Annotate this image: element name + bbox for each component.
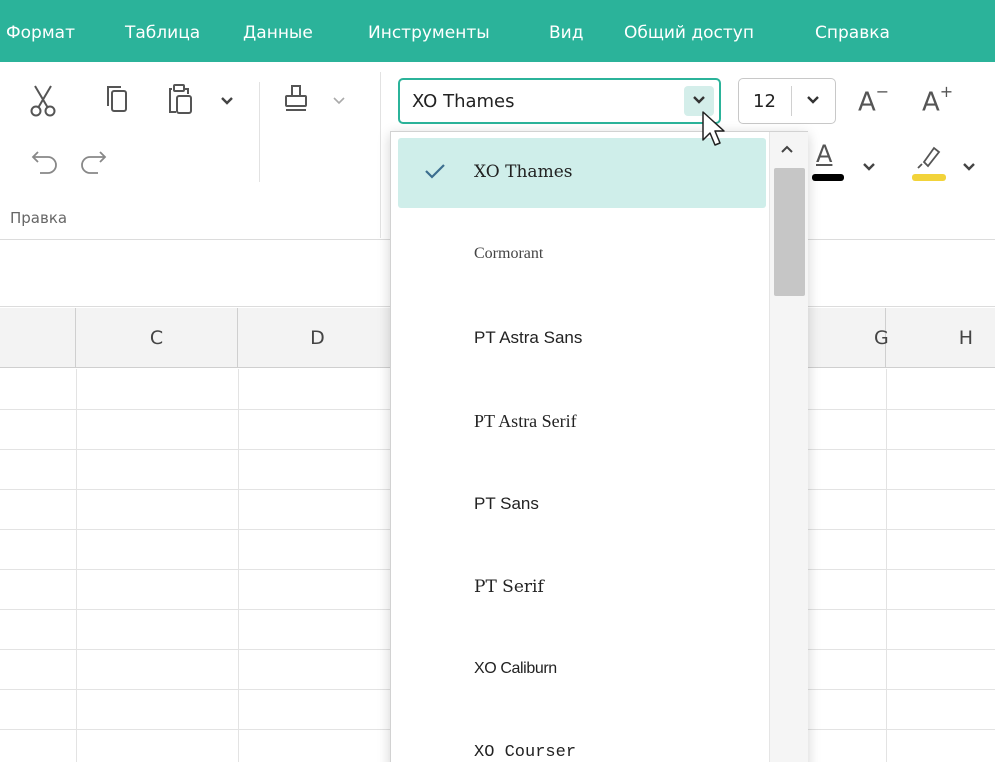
menu-data[interactable]: Данные: [243, 18, 313, 48]
menu-bar: Формат Таблица Данные Инструменты Вид Об…: [0, 0, 995, 62]
paste-options-chevron-icon[interactable]: [220, 96, 234, 106]
font-option-label: XO Thames: [474, 162, 573, 182]
cut-icon[interactable]: [30, 84, 56, 118]
menu-sharing[interactable]: Общий доступ: [624, 18, 754, 48]
font-option-label: PT Astra Serif: [474, 411, 577, 431]
font-option-label: PT Serif: [474, 577, 544, 597]
scrollbar-thumb[interactable]: [774, 168, 805, 296]
font-name-select[interactable]: XO Thames: [398, 78, 721, 124]
decrease-font-size-button[interactable]: A−: [858, 82, 889, 118]
menu-help[interactable]: Справка: [815, 18, 890, 48]
font-size-select[interactable]: 12: [738, 78, 836, 124]
font-option-pt-astra-sans[interactable]: PT Astra Sans: [398, 304, 766, 374]
undo-icon[interactable]: [30, 146, 60, 176]
scroll-up-icon: [781, 145, 793, 153]
font-option-label: Cormorant: [474, 245, 544, 262]
column-header-blank[interactable]: [0, 308, 76, 368]
increase-font-size-button[interactable]: A+: [922, 82, 953, 118]
redo-icon[interactable]: [78, 146, 108, 176]
minus-icon: −: [875, 82, 890, 101]
font-option-label: PT Astra Sans: [474, 328, 583, 347]
column-header-c[interactable]: C: [76, 308, 238, 368]
highlighter-icon[interactable]: [914, 142, 944, 170]
copy-icon[interactable]: [104, 84, 130, 116]
font-option-xo-caliburn[interactable]: XO Caliburn: [398, 636, 766, 706]
font-color-letter: A: [816, 140, 833, 168]
font-size-divider: [791, 86, 792, 116]
font-option-xo-courser[interactable]: XO Courser: [398, 719, 766, 762]
font-dropdown-list: XO Thames Cormorant PT Astra Sans PT Ast…: [390, 131, 808, 762]
dropdown-scrollbar[interactable]: [769, 132, 808, 762]
font-option-pt-astra-serif[interactable]: PT Astra Serif: [398, 387, 766, 457]
menu-view[interactable]: Вид: [549, 18, 583, 48]
grid-col-line: [238, 369, 239, 762]
format-painter-icon[interactable]: [282, 82, 310, 116]
font-option-label: XO Caliburn: [474, 660, 557, 677]
font-color-swatch: [812, 174, 844, 181]
menu-tools[interactable]: Инструменты: [368, 18, 490, 48]
toolbar-separator: [259, 82, 260, 182]
group-separator: [380, 72, 381, 238]
font-option-pt-sans[interactable]: PT Sans: [398, 470, 766, 540]
decrease-font-letter: A: [858, 87, 876, 118]
highlight-color-swatch: [912, 174, 946, 181]
grid-col-line: [76, 369, 77, 762]
font-color-chevron-icon[interactable]: [862, 162, 876, 172]
check-icon: [425, 164, 445, 179]
menu-format[interactable]: Формат: [6, 18, 75, 48]
increase-font-letter: A: [922, 87, 940, 118]
chevron-down-icon: [807, 96, 819, 104]
font-name-value: XO Thames: [412, 91, 515, 112]
font-color-button[interactable]: A: [816, 140, 832, 168]
column-header-h[interactable]: H: [886, 308, 995, 368]
font-option-label: PT Sans: [474, 494, 539, 513]
font-option-label: XO Courser: [474, 743, 577, 762]
font-size-value: 12: [753, 91, 776, 112]
format-painter-chevron-icon[interactable]: [332, 96, 346, 106]
paste-icon[interactable]: [166, 82, 194, 116]
font-option-pt-serif[interactable]: PT Serif: [398, 553, 766, 623]
grid-col-line: [886, 369, 887, 762]
font-option-cormorant[interactable]: Cormorant: [398, 221, 766, 291]
plus-icon: +: [939, 82, 954, 101]
cursor-icon: [701, 110, 727, 154]
menu-table[interactable]: Таблица: [125, 18, 200, 48]
column-header-d[interactable]: D: [238, 308, 398, 368]
highlight-chevron-icon[interactable]: [962, 162, 976, 172]
group-label-edit: Правка: [10, 209, 68, 227]
chevron-down-icon: [693, 96, 705, 104]
